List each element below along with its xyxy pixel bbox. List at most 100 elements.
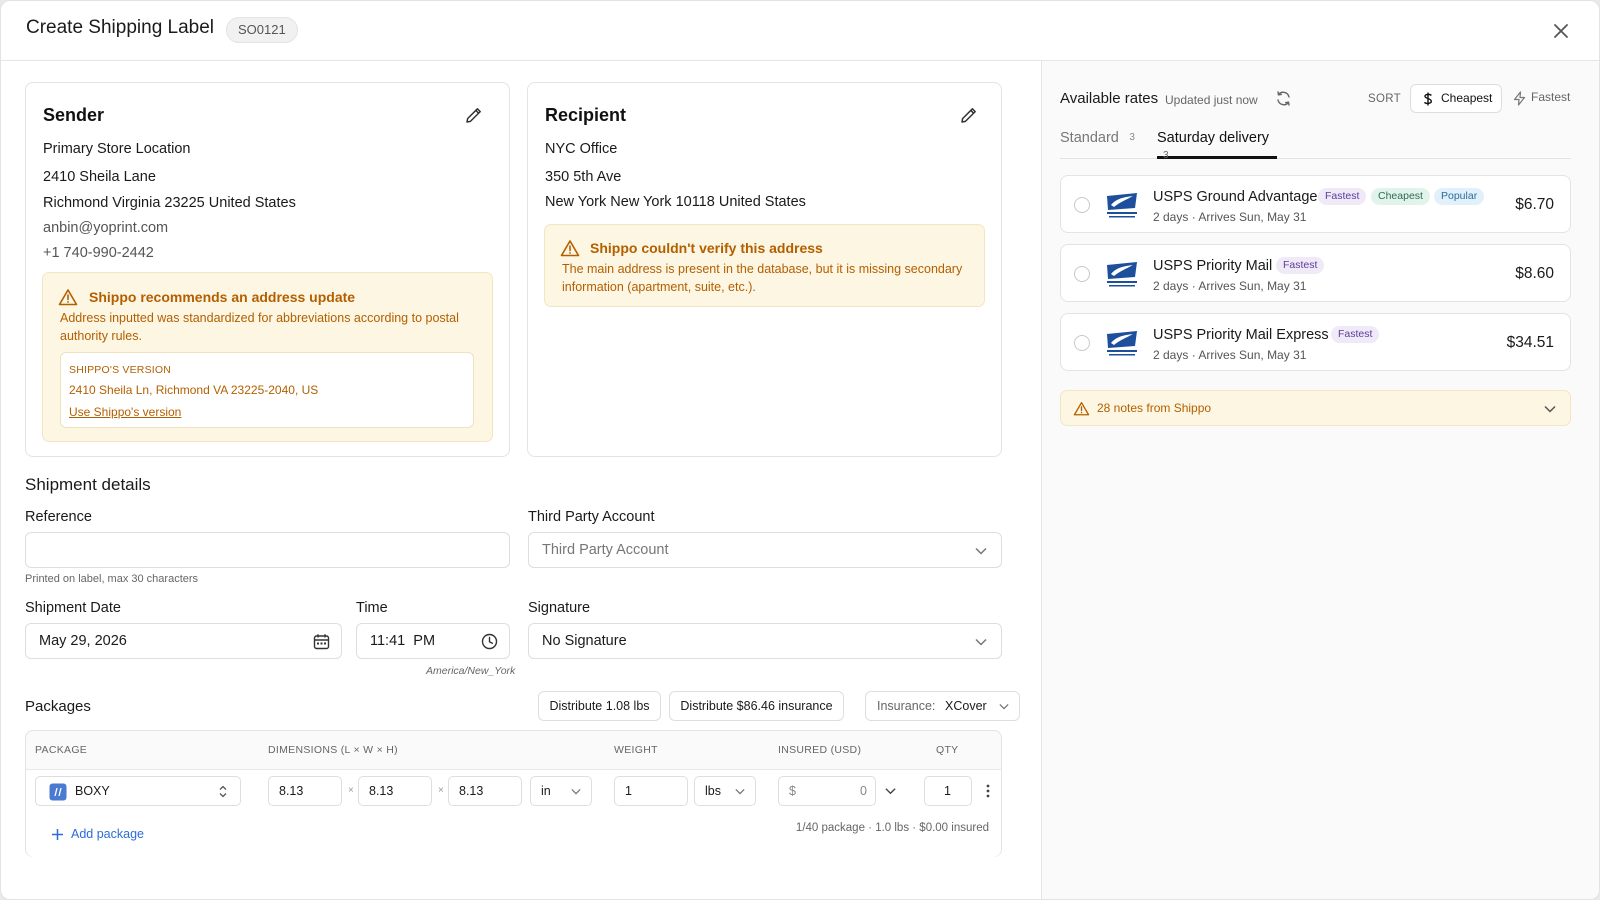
sender-address-warning: Shippo recommends an address update Addr… [42, 272, 493, 442]
recipient-city: New York New York 10118 United States [545, 194, 806, 210]
shipment-date-input[interactable]: May 29, 2026 [25, 623, 342, 659]
shippo-notes-toggle[interactable]: 28 notes from Shippo [1060, 390, 1571, 426]
tab-standard-label: Standard [1060, 130, 1119, 146]
shipment-date-value: May 29, 2026 [39, 633, 127, 649]
dialog-title: Create Shipping Label [26, 17, 215, 38]
usps-logo-icon [1105, 328, 1139, 358]
sort-label: SORT [1368, 93, 1401, 105]
sort-cheapest-label: Cheapest [1441, 91, 1493, 105]
order-id-badge: SO0121 [226, 17, 298, 43]
sender-street: 2410 Sheila Lane [43, 169, 156, 185]
height-value: 8.13 [459, 784, 484, 798]
recipient-warning-body: The main address is present in the datab… [562, 262, 963, 294]
dimension-unit-select[interactable]: in [530, 776, 592, 806]
tab-saturday-delivery[interactable]: Saturday delivery 3 [1157, 129, 1277, 161]
distribute-insurance-button[interactable]: Distribute $86.46 insurance [669, 691, 844, 721]
rate-option[interactable]: USPS Priority Mail Fastest 2 days · Arri… [1060, 244, 1571, 302]
sort-fastest-button[interactable]: Fastest [1509, 84, 1583, 113]
distribute-weight-button[interactable]: Distribute 1.08 lbs [538, 691, 661, 721]
shipment-date-label: Shipment Date [25, 600, 121, 616]
tag-popular: Popular [1434, 188, 1485, 205]
rate-arrival: Arrives Sun, May 31 [1198, 279, 1307, 293]
sender-email: anbin@yoprint.com [43, 220, 169, 236]
package-value: BOXY [75, 784, 110, 798]
chevron-down-icon [975, 638, 987, 646]
length-input[interactable]: 8.13 [268, 776, 342, 806]
tab-saturday-count: 3 [1163, 150, 1169, 161]
third-party-select[interactable]: Third Party Account [528, 532, 1002, 568]
package-select[interactable]: BOXY [35, 776, 241, 806]
col-dimensions: DIMENSIONS (L × W × H) [268, 744, 398, 756]
rate-option[interactable]: USPS Ground Advantage Fastest Cheapest P… [1060, 175, 1571, 233]
chevron-down-icon [571, 788, 581, 795]
more-options-icon[interactable] [985, 783, 991, 799]
signature-label: Signature [528, 600, 591, 616]
chevron-down-icon [999, 703, 1009, 710]
chevron-down-icon [1544, 405, 1556, 413]
times-sign: × [348, 785, 354, 796]
clock-icon[interactable] [481, 633, 498, 650]
height-input[interactable]: 8.13 [448, 776, 522, 806]
use-shippo-version-link[interactable]: Use Shippo's version [69, 405, 181, 419]
sort-fastest-label: Fastest [1531, 90, 1571, 104]
chevron-down-icon [975, 547, 987, 555]
signature-select[interactable]: No Signature [528, 623, 1002, 659]
insured-input[interactable]: $ 0 [778, 776, 876, 806]
recipient-address-warning: Shippo couldn't verify this address The … [544, 224, 985, 307]
warning-icon [560, 240, 580, 257]
recipient-street: 350 5th Ave [545, 169, 622, 185]
tag-fastest: Fastest [1318, 188, 1367, 205]
recipient-warning-title: Shippo couldn't verify this address [590, 240, 823, 256]
calendar-icon[interactable] [313, 633, 330, 650]
tab-saturday-label: Saturday delivery [1157, 130, 1270, 146]
rate-price: $6.70 [1515, 196, 1554, 213]
close-icon[interactable] [1548, 18, 1574, 44]
packages-summary: 1/40 package · 1.0 lbs · $0.00 insured [795, 822, 989, 834]
weight-input[interactable]: 1 [614, 776, 688, 806]
sort-cheapest-button[interactable]: Cheapest [1410, 84, 1502, 113]
rate-days: 2 days [1153, 279, 1189, 293]
shippo-version-address: 2410 Sheila Ln, Richmond VA 23225-2040, … [69, 383, 319, 397]
sender-title: Sender [43, 105, 105, 125]
rate-arrival: Arrives Sun, May 31 [1198, 210, 1307, 224]
sender-phone: +1 740-990-2442 [43, 245, 154, 261]
updown-chevron-icon [219, 785, 227, 798]
packages-table: PACKAGE DIMENSIONS (L × W × H) WEIGHT IN… [25, 730, 1002, 857]
rate-tabs: Standard 3 Saturday delivery 3 [1060, 129, 1571, 161]
rate-delivery: 2 days · Arrives Sun, May 31 [1153, 210, 1307, 224]
edit-sender-icon[interactable] [464, 105, 484, 125]
reference-input[interactable] [25, 532, 510, 568]
rate-radio[interactable] [1074, 335, 1090, 351]
rates-title: Available rates [1060, 90, 1159, 107]
width-input[interactable]: 8.13 [358, 776, 432, 806]
rates-header: Available rates Updated just now SORT Ch… [1060, 84, 1580, 120]
sender-name: Primary Store Location [43, 141, 191, 157]
rate-radio[interactable] [1074, 266, 1090, 282]
third-party-placeholder: Third Party Account [542, 542, 669, 558]
warning-icon [58, 289, 78, 306]
dollar-icon [1423, 92, 1433, 106]
insured-prefix: $ [789, 784, 796, 798]
rate-days: 2 days [1153, 348, 1189, 362]
insurance-select[interactable]: Insurance: XCover [865, 691, 1020, 721]
tag-cheapest: Cheapest [1371, 188, 1430, 205]
time-input[interactable]: 11:41 PM [356, 623, 510, 659]
weight-unit-value: lbs [705, 784, 721, 798]
rate-radio[interactable] [1074, 197, 1090, 213]
col-weight: WEIGHT [614, 744, 658, 756]
insured-value: 0 [860, 784, 867, 798]
tab-standard[interactable]: Standard 3 [1060, 129, 1135, 159]
insurance-value: XCover [945, 699, 987, 713]
rate-name: USPS Ground Advantage [1153, 189, 1318, 205]
edit-recipient-icon[interactable] [959, 105, 979, 125]
rate-option[interactable]: USPS Priority Mail Express Fastest 2 day… [1060, 313, 1571, 371]
left-panel: Sender Primary Store Location 2410 Sheil… [1, 61, 1041, 899]
col-qty: QTY [936, 744, 959, 756]
rate-delivery: 2 days · Arrives Sun, May 31 [1153, 279, 1307, 293]
time-label: Time [356, 600, 388, 616]
chevron-down-icon[interactable] [885, 787, 896, 795]
weight-unit-select[interactable]: lbs [694, 776, 756, 806]
recipient-card: Recipient NYC Office 350 5th Ave New Yor… [527, 82, 1002, 457]
qty-input[interactable]: 1 [924, 776, 972, 806]
refresh-icon[interactable] [1275, 90, 1292, 107]
